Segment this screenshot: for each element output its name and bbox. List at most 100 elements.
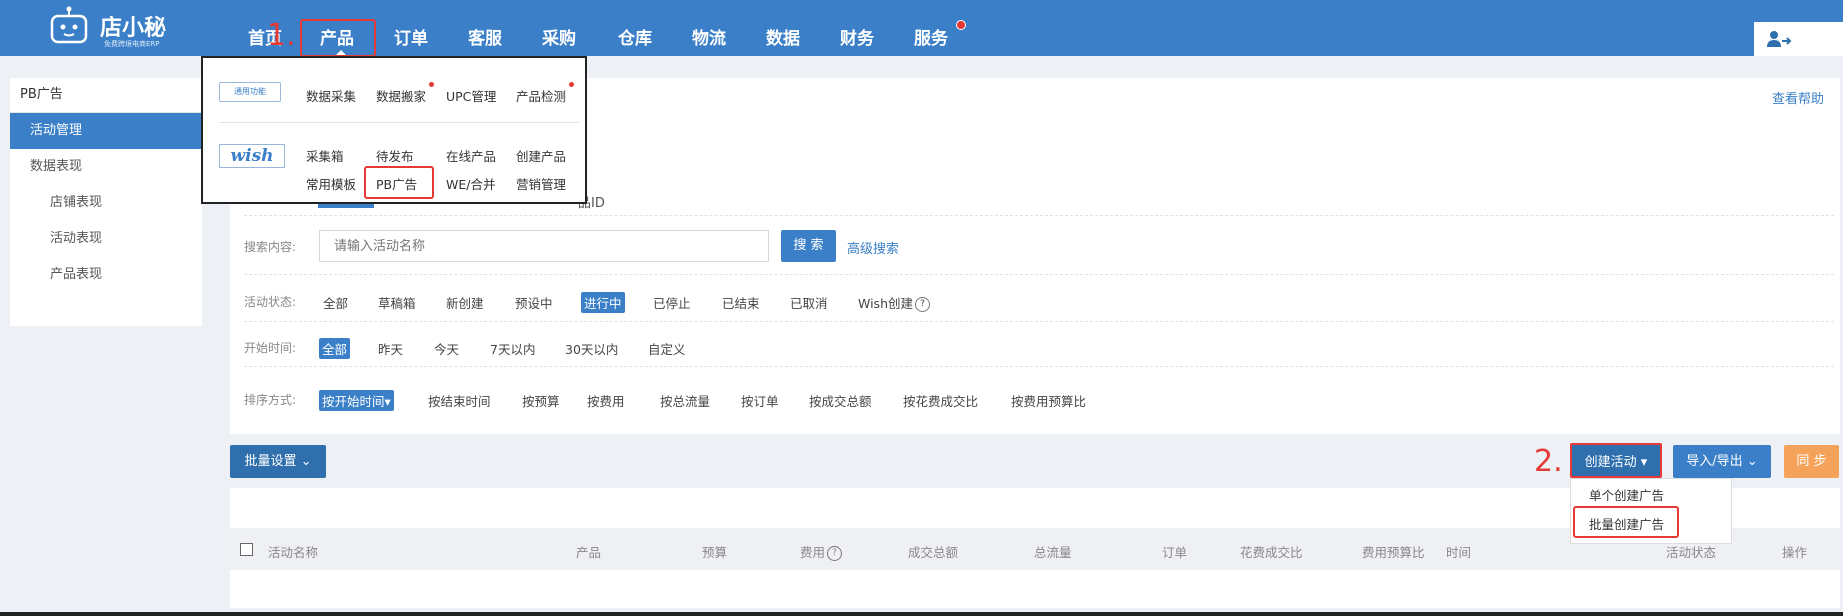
top-navigation-bar: 店小秘 免费跨境电商ERP 首页 产品 订单 客服 采购 仓库 物流 数据 财务… (0, 0, 1843, 57)
start-yesterday[interactable]: 昨天 (378, 339, 403, 358)
menu-divider (219, 122, 579, 123)
divider (244, 274, 1834, 275)
sort-gmv[interactable]: 按成交总额 (809, 391, 872, 410)
col-cost-gmv-ratio: 花费成交比 (1240, 545, 1303, 560)
divider (244, 366, 1834, 367)
pb-ads-highlight-box (364, 166, 434, 199)
general-functions-badge: 通用功能 (219, 82, 281, 102)
col-cost: 费用? (800, 542, 843, 561)
menu-product-detection[interactable]: 产品检测 (516, 86, 566, 105)
help-icon[interactable]: ? (827, 546, 843, 561)
menu-collection-box[interactable]: 采集箱 (306, 146, 344, 165)
col-product: 产品 (576, 545, 602, 560)
start-30-days[interactable]: 30天以内 (565, 339, 618, 358)
status-active[interactable]: 进行中 (581, 292, 625, 313)
menu-new-dot (569, 82, 574, 87)
annotation-step-2: 2. (1534, 444, 1563, 479)
status-wish-created[interactable]: Wish创建? (858, 293, 930, 312)
status-draft[interactable]: 草稿箱 (378, 293, 416, 312)
sync-button[interactable]: 同 步 (1784, 445, 1839, 478)
sidebar-item-activity-performance[interactable]: 活动表现 (10, 221, 202, 257)
product-dropdown-menu: 通用功能 数据采集 数据搬家 UPC管理 产品检测 wish 采集箱 待发布 在… (201, 56, 587, 204)
sidebar-item-data-performance[interactable]: 数据表现 (10, 149, 202, 185)
status-ended[interactable]: 已结束 (722, 293, 760, 312)
menu-marketing-management[interactable]: 营销管理 (516, 174, 566, 193)
sidebar-item-product-performance[interactable]: 产品表现 (10, 257, 202, 293)
logo[interactable]: 店小秘 免费跨境电商ERP (48, 6, 198, 50)
col-activity-status: 活动状态 (1666, 545, 1717, 560)
menu-upc-management[interactable]: UPC管理 (446, 86, 496, 105)
bulk-create-highlight-box (1573, 506, 1679, 538)
nav-data[interactable]: 数据 (766, 24, 800, 49)
menu-online-products[interactable]: 在线产品 (446, 146, 496, 165)
nav-warehouse[interactable]: 仓库 (618, 24, 652, 49)
user-switch-icon (1767, 31, 1792, 47)
status-stopped[interactable]: 已停止 (653, 293, 691, 312)
status-wish-created-label: Wish创建 (858, 296, 913, 311)
create-activity-menu: 单个创建广告 批量创建广告 (1570, 478, 1732, 544)
status-all[interactable]: 全部 (323, 293, 348, 312)
sidebar-item-activity-management[interactable]: 活动管理 (10, 113, 202, 149)
sidebar-item-store-performance[interactable]: 店铺表现 (10, 185, 202, 221)
sort-cost[interactable]: 按费用 (587, 391, 625, 410)
status-preset[interactable]: 预设中 (515, 293, 553, 312)
col-traffic: 总流量 (1034, 545, 1072, 560)
start-today[interactable]: 今天 (434, 339, 459, 358)
col-actions: 操作 (1782, 545, 1808, 560)
select-all-checkbox[interactable] (240, 543, 253, 556)
menu-data-migration[interactable]: 数据搬家 (376, 86, 426, 105)
divider (244, 215, 1834, 216)
sort-start-time[interactable]: 按开始时间▾ (319, 390, 394, 411)
divider (244, 321, 1834, 322)
status-new[interactable]: 新创建 (446, 293, 484, 312)
col-activity-name: 活动名称 (268, 545, 319, 560)
nav-purchase[interactable]: 采购 (542, 24, 576, 49)
help-icon[interactable]: ? (915, 297, 930, 312)
help-link[interactable]: 查看帮助 (1772, 88, 1824, 107)
wish-logo: wish (219, 144, 285, 168)
nav-logistics[interactable]: 物流 (692, 24, 726, 49)
user-menu[interactable] (1754, 22, 1843, 56)
import-export-button[interactable]: 导入/导出 ⌄ (1673, 445, 1771, 478)
start-time-label: 开始时间: (244, 341, 297, 355)
nav-services[interactable]: 服务 (914, 24, 948, 49)
col-cost-budget-ratio: 费用预算比 (1362, 545, 1425, 560)
start-7-days[interactable]: 7天以内 (490, 339, 535, 358)
logo-subtitle: 免费跨境电商ERP (104, 40, 160, 48)
nav-orders[interactable]: 订单 (394, 24, 428, 49)
search-button[interactable]: 搜 索 (781, 230, 836, 262)
nav-customer-service[interactable]: 客服 (468, 24, 502, 49)
menu-pending-publish[interactable]: 待发布 (376, 146, 414, 165)
notification-dot (956, 20, 966, 30)
col-time: 时间 (1446, 545, 1472, 560)
advanced-search-link[interactable]: 高级搜索 (847, 238, 899, 257)
sort-traffic[interactable]: 按总流量 (660, 391, 710, 410)
nav-finance[interactable]: 财务 (840, 24, 874, 49)
nav-active-caret (336, 50, 346, 55)
col-gmv: 成交总额 (908, 545, 959, 560)
sort-orders[interactable]: 按订单 (741, 391, 779, 410)
logo-name: 店小秘 (100, 16, 167, 41)
bulk-settings-button[interactable]: 批量设置 ⌄ (230, 445, 326, 478)
robot-logo-icon (50, 6, 88, 44)
menu-create-product[interactable]: 创建产品 (516, 146, 566, 165)
menu-data-collection[interactable]: 数据采集 (306, 86, 356, 105)
bottom-border (0, 612, 1843, 616)
menu-single-create-ad[interactable]: 单个创建广告 (1589, 485, 1664, 504)
sort-cost-gmv-ratio[interactable]: 按花费成交比 (903, 391, 978, 410)
sort-end-time[interactable]: 按结束时间 (428, 391, 491, 410)
menu-common-templates[interactable]: 常用模板 (306, 174, 356, 193)
start-custom[interactable]: 自定义 (648, 339, 686, 358)
col-budget: 预算 (702, 545, 728, 560)
sort-cost-budget-ratio[interactable]: 按费用预算比 (1011, 391, 1086, 410)
annotation-step-1: 1. (267, 18, 296, 53)
start-all[interactable]: 全部 (319, 338, 351, 359)
menu-we-merge[interactable]: WE/合并 (446, 174, 495, 193)
search-input[interactable] (319, 230, 769, 262)
menu-new-dot (429, 82, 434, 87)
status-cancelled[interactable]: 已取消 (790, 293, 828, 312)
sort-budget[interactable]: 按预算 (522, 391, 560, 410)
sidebar: PB广告 活动管理 数据表现 店铺表现 活动表现 产品表现 (10, 78, 202, 326)
create-activity-button[interactable]: 创建活动 ▾ (1570, 443, 1662, 478)
sort-label: 排序方式: (244, 393, 297, 407)
